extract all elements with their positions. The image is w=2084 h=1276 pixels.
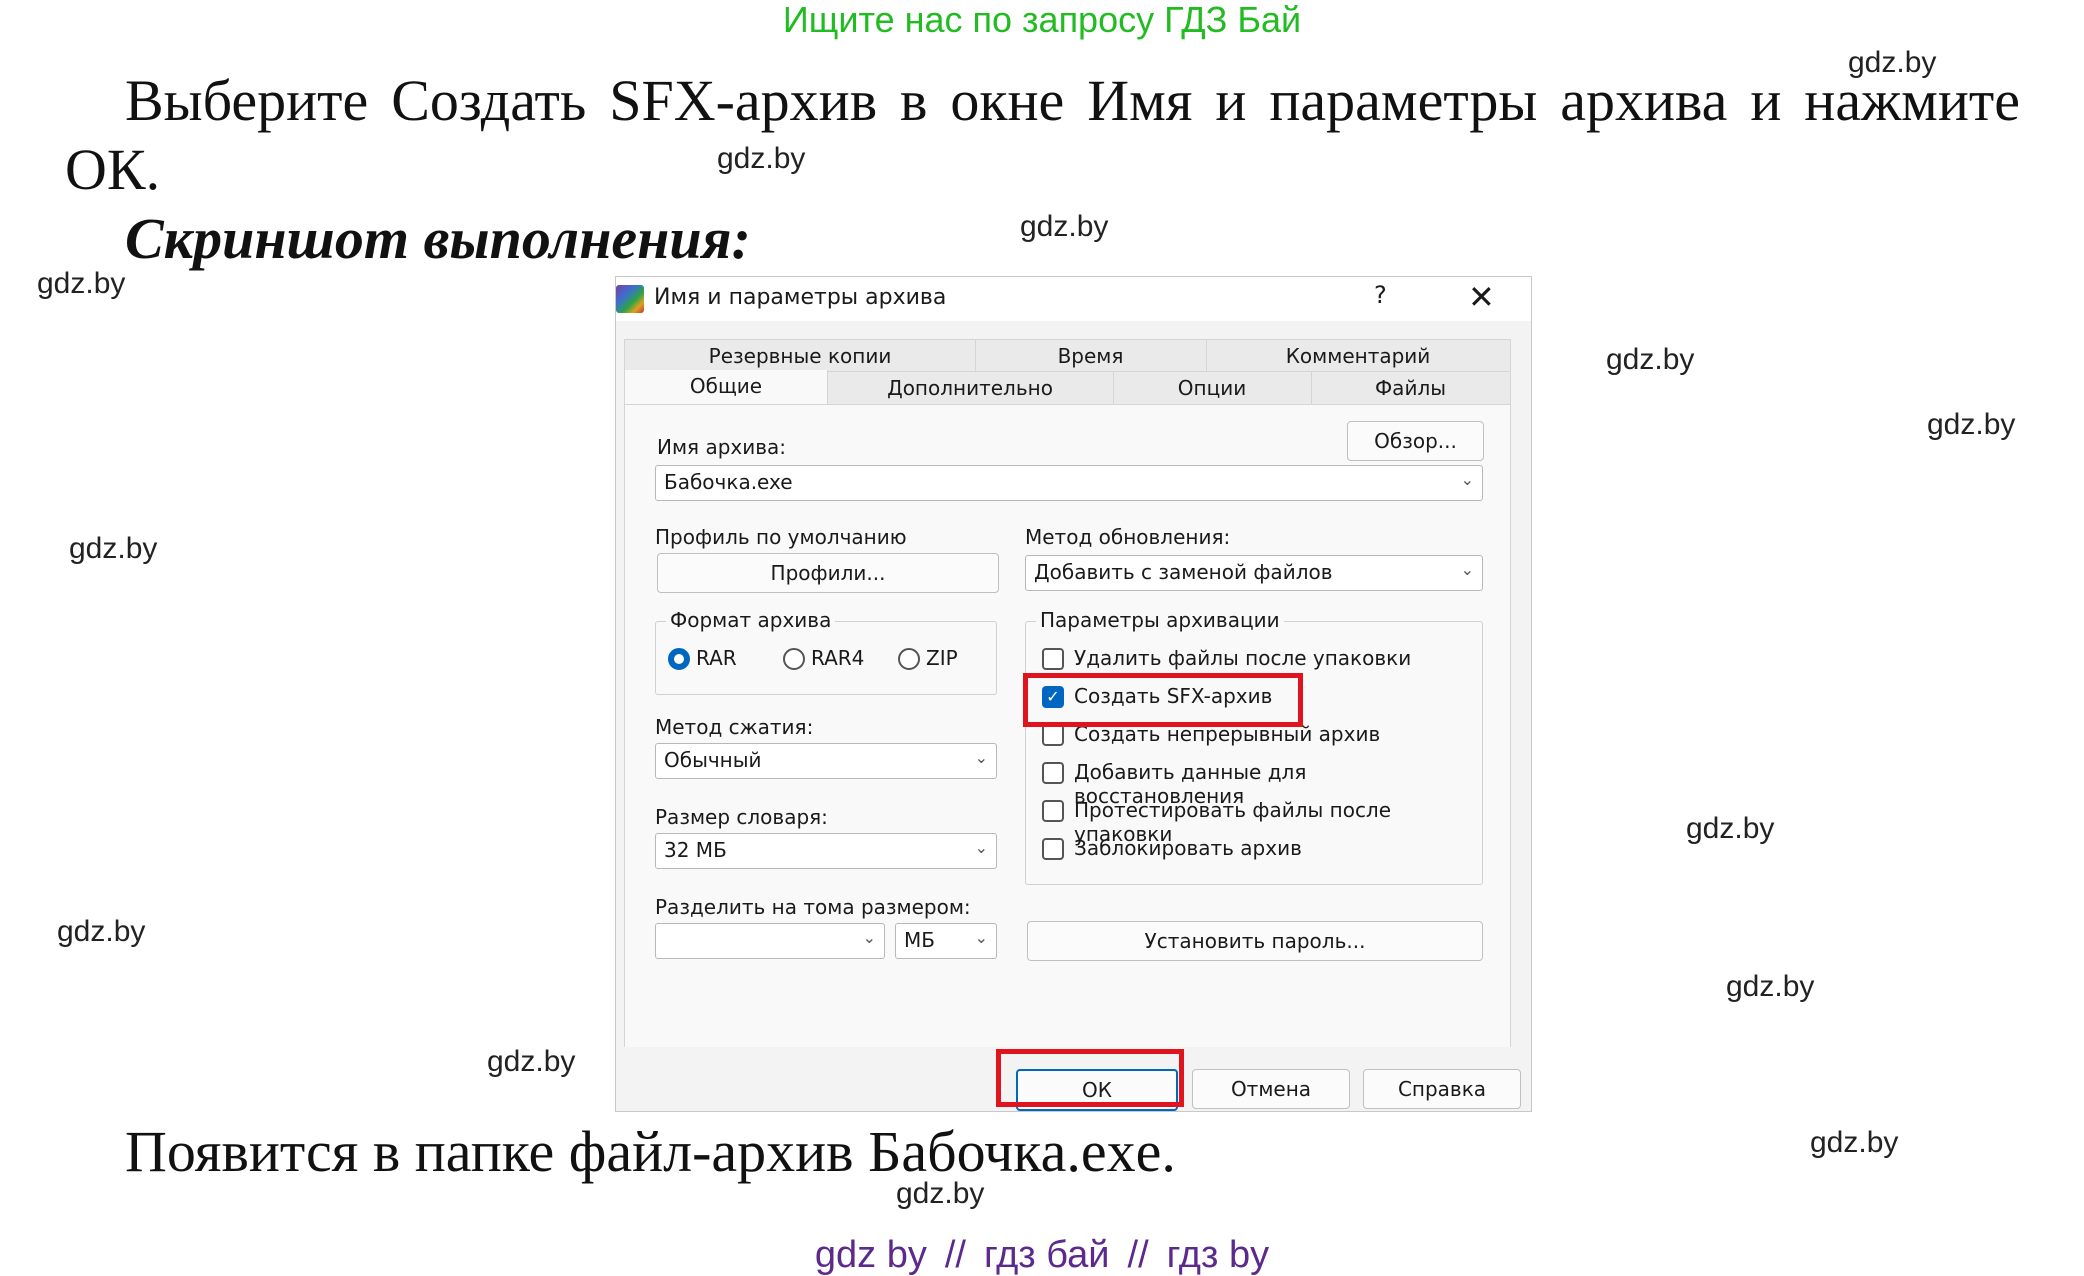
- option-lock-label: Заблокировать архив: [1074, 836, 1302, 860]
- watermark: gdz.by: [69, 532, 158, 565]
- chevron-down-icon[interactable]: ⌄: [1461, 560, 1474, 579]
- sfx-highlight: [1023, 673, 1303, 727]
- dict-value: 32 МБ: [664, 838, 727, 862]
- close-icon[interactable]: ✕: [1468, 277, 1495, 317]
- tab-advanced[interactable]: Дополнительно: [827, 372, 1114, 404]
- option-delete-files-label: Удалить файлы после упаковки: [1074, 646, 1412, 670]
- watermark: gdz.by: [1726, 970, 1815, 1003]
- split-size-input[interactable]: ⌄: [655, 923, 885, 959]
- chevron-down-icon[interactable]: ⌄: [1461, 470, 1474, 489]
- radio-zip[interactable]: [898, 648, 920, 670]
- split-label: Разделить на тома размером:: [655, 895, 971, 919]
- dict-label: Размер словаря:: [655, 805, 828, 829]
- instruction-line-2: ОК.: [65, 137, 161, 202]
- tab-options[interactable]: Опции: [1113, 372, 1312, 404]
- link-gdz-by[interactable]: gdz by: [815, 1234, 927, 1276]
- checkbox-test[interactable]: [1042, 800, 1064, 822]
- compression-select[interactable]: Обычный ⌄: [655, 743, 997, 779]
- archive-name-value: Бабочка.exe: [664, 470, 793, 494]
- checkbox-solid[interactable]: [1042, 724, 1064, 746]
- tab-control: Резервные копии Время Комментарий Общие …: [624, 339, 1524, 1101]
- tab-row-2: Общие Дополнительно Опции Файлы: [624, 370, 1511, 405]
- radio-rar4-label: RAR4: [811, 646, 865, 670]
- chevron-down-icon[interactable]: ⌄: [975, 838, 988, 857]
- link-separator: //: [1127, 1234, 1149, 1276]
- compression-label: Метод сжатия:: [655, 715, 814, 739]
- watermark: gdz.by: [717, 142, 806, 175]
- watermark: gdz.by: [1020, 210, 1109, 243]
- browse-button[interactable]: Обзор...: [1347, 421, 1484, 461]
- profile-label: Профиль по умолчанию: [655, 525, 907, 549]
- tab-time[interactable]: Время: [975, 340, 1207, 372]
- set-password-button[interactable]: Установить пароль...: [1027, 921, 1483, 961]
- link-gdz-by-cyr[interactable]: гдз by: [1167, 1234, 1269, 1276]
- profiles-button[interactable]: Профили...: [657, 553, 999, 593]
- options-group: Параметры архивации Удалить файлы после …: [1025, 608, 1483, 885]
- dialog-title: Имя и параметры архива: [654, 285, 947, 310]
- tab-backup[interactable]: Резервные копии: [625, 340, 976, 372]
- watermark: gdz.by: [487, 1045, 576, 1078]
- watermark: gdz.by: [1848, 46, 1937, 79]
- archive-name-label: Имя архива:: [657, 435, 787, 459]
- radio-zip-label: ZIP: [926, 646, 958, 670]
- tab-files[interactable]: Файлы: [1311, 372, 1510, 404]
- bottom-links: gdz by // гдз бай // гдз by: [0, 1235, 2084, 1275]
- link-gdz-bai[interactable]: гдз бай: [984, 1234, 1110, 1276]
- format-group-title: Формат архива: [666, 608, 836, 632]
- chevron-down-icon[interactable]: ⌄: [975, 748, 988, 767]
- radio-rar4[interactable]: [783, 648, 805, 670]
- update-method-value: Добавить с заменой файлов: [1034, 560, 1333, 584]
- watermark: gdz.by: [1686, 812, 1775, 845]
- winrar-icon: [616, 285, 644, 313]
- watermark: gdz.by: [37, 267, 126, 300]
- watermark: gdz.by: [1927, 408, 2016, 441]
- cancel-button[interactable]: Отмена: [1192, 1069, 1350, 1109]
- result-paragraph: Появится в папке файл-архив Бабочка.exe.: [125, 1119, 1176, 1184]
- checkbox-lock[interactable]: [1042, 838, 1064, 860]
- top-banner: Ищите нас по запросу ГДЗ Бай: [782, 0, 1302, 40]
- update-method-label: Метод обновления:: [1025, 525, 1231, 549]
- tab-row-1: Резервные копии Время Комментарий: [624, 339, 1511, 373]
- dialog-titlebar: Имя и параметры архива ? ✕: [616, 277, 1531, 321]
- watermark: gdz.by: [1606, 343, 1695, 376]
- options-group-title: Параметры архивации: [1036, 608, 1284, 632]
- tab-general[interactable]: Общие: [625, 370, 828, 404]
- split-unit-select[interactable]: МБ ⌄: [895, 923, 997, 959]
- checkbox-delete-files[interactable]: [1042, 648, 1064, 670]
- general-panel: Имя архива: Обзор... Бабочка.exe ⌄ Профи…: [624, 405, 1511, 1082]
- checkbox-recovery[interactable]: [1042, 762, 1064, 784]
- archive-name-input[interactable]: Бабочка.exe ⌄: [655, 465, 1483, 501]
- ok-highlight: [996, 1049, 1184, 1107]
- help-icon[interactable]: ?: [1374, 281, 1387, 309]
- watermark: gdz.by: [57, 915, 146, 948]
- section-heading: Скриншот выполнения:: [125, 206, 751, 271]
- radio-rar[interactable]: [668, 648, 690, 670]
- instruction-line-1: Выберите Создать SFX-архив в окне Имя и …: [125, 68, 2020, 133]
- compression-value: Обычный: [664, 748, 762, 772]
- chevron-down-icon[interactable]: ⌄: [975, 928, 988, 947]
- update-method-select[interactable]: Добавить с заменой файлов ⌄: [1025, 555, 1483, 591]
- format-group: Формат архива RAR RAR4 ZIP: [655, 608, 997, 695]
- split-unit-value: МБ: [904, 928, 935, 952]
- chevron-down-icon[interactable]: ⌄: [863, 928, 876, 947]
- tab-comment[interactable]: Комментарий: [1206, 340, 1510, 372]
- help-button[interactable]: Справка: [1363, 1069, 1521, 1109]
- archive-dialog: Имя и параметры архива ? ✕ Резервные коп…: [615, 276, 1532, 1112]
- radio-rar-label: RAR: [696, 646, 737, 670]
- dict-select[interactable]: 32 МБ ⌄: [655, 833, 997, 869]
- link-separator: //: [944, 1234, 966, 1276]
- watermark: gdz.by: [1810, 1126, 1899, 1159]
